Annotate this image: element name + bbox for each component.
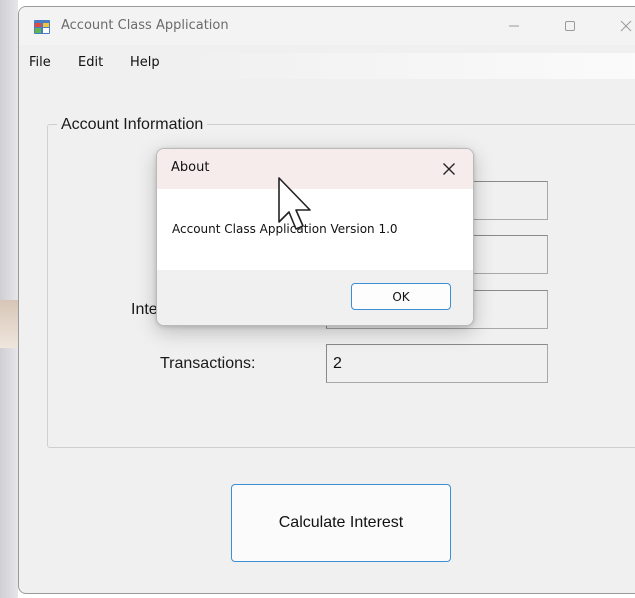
interest-label: Inte [131, 301, 158, 318]
transactions-value: 2 [333, 355, 342, 372]
menu-file[interactable]: File [29, 55, 51, 70]
window-title: Account Class Application [61, 18, 229, 33]
calculate-interest-label: Calculate Interest [278, 514, 404, 531]
close-icon [443, 163, 455, 175]
about-dialog-title: About [171, 160, 210, 175]
close-icon [620, 20, 632, 32]
group-title: Account Information [57, 116, 208, 134]
menu-bar: File Edit Help [19, 49, 635, 79]
mouse-pointer-icon [278, 177, 311, 230]
transactions-field-box[interactable]: 2 [326, 344, 548, 383]
title-bar[interactable]: Account Class Application [19, 7, 635, 45]
maximize-icon [565, 21, 575, 31]
menu-help[interactable]: Help [130, 55, 160, 70]
ok-button-label: OK [392, 289, 410, 304]
transactions-label: Transactions: [160, 355, 256, 372]
ok-button[interactable]: OK [351, 283, 451, 310]
app-icon [34, 20, 50, 34]
close-button[interactable] [603, 7, 635, 45]
about-close-button[interactable] [435, 155, 463, 183]
menu-edit[interactable]: Edit [78, 55, 103, 70]
minimize-button[interactable] [491, 7, 537, 45]
calculate-interest-button[interactable]: Calculate Interest [231, 484, 451, 562]
minimize-icon [509, 25, 519, 27]
background-accent [0, 300, 18, 348]
maximize-button[interactable] [547, 7, 593, 45]
background-window-edge [0, 0, 18, 598]
desktop: Account Class Application File Edit Help… [0, 0, 635, 598]
